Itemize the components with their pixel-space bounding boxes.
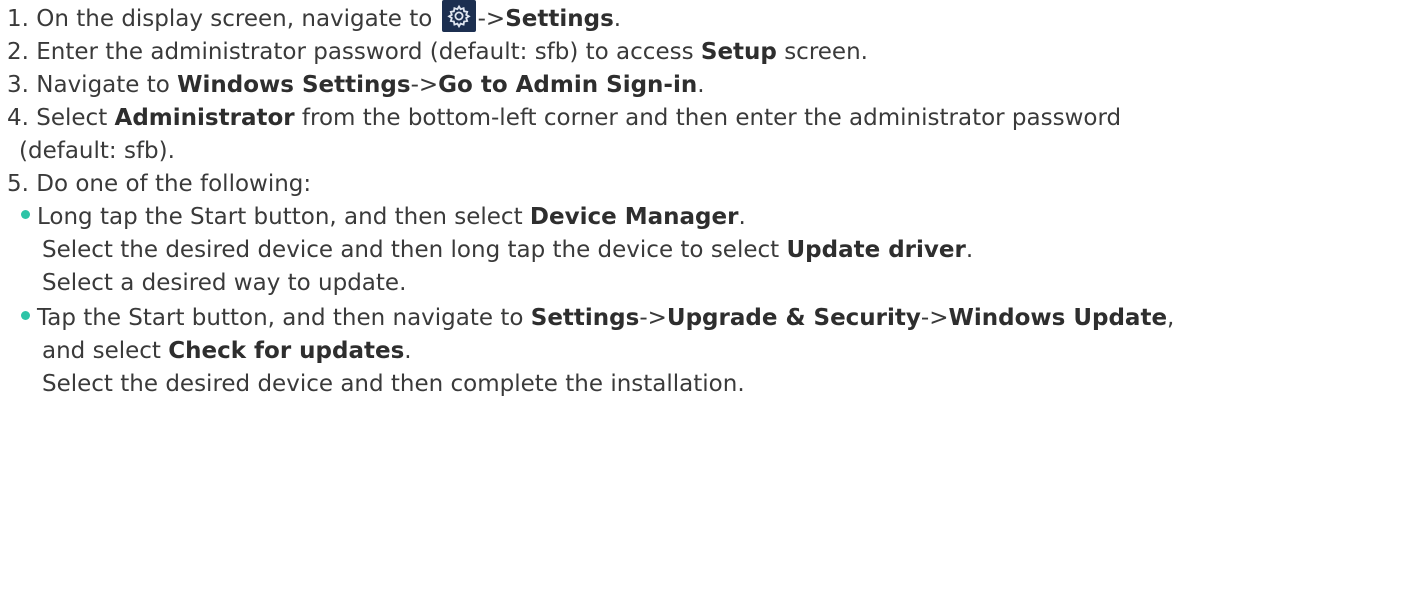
step-text: On the display screen, navigate to <box>36 6 433 32</box>
step-number: 1. <box>7 6 29 32</box>
step-text: Navigate to <box>36 72 170 98</box>
step-4-continuation: (default: sfb). <box>7 135 1424 168</box>
arrow-separator: -> <box>920 305 949 331</box>
bullet-icon <box>21 311 30 320</box>
option-1-line-2: Select the desired device and then long … <box>7 234 1424 267</box>
punctuation: . <box>613 6 622 32</box>
option-2-line-2: and select Check for updates. <box>7 335 1424 368</box>
gear-icon <box>441 0 476 32</box>
step-number: 3. <box>7 72 29 98</box>
update-driver-label: Update driver <box>786 237 966 263</box>
punctuation: . <box>738 204 746 230</box>
option-text: and select <box>42 338 161 364</box>
arrow-separator: -> <box>639 305 667 331</box>
option-2: Tap the Start button, and then navigate … <box>7 302 1424 335</box>
arrow-separator: -> <box>477 6 506 32</box>
punctuation: , <box>1167 305 1175 331</box>
step-number: 2. <box>7 39 29 65</box>
step-text: Enter the administrator password (defaul… <box>36 39 694 65</box>
bullet-icon <box>21 210 30 219</box>
settings-label: Settings <box>505 6 614 32</box>
option-text: Select the desired device and then compl… <box>42 371 745 397</box>
punctuation: . <box>697 72 705 98</box>
step-number: 5. <box>7 171 29 197</box>
check-for-updates-label: Check for updates <box>168 338 405 364</box>
setup-label: Setup <box>700 39 777 65</box>
administrator-label: Administrator <box>114 105 295 131</box>
step-1: 1. On the display screen, navigate to ->… <box>7 0 1424 36</box>
step-text: screen. <box>784 39 868 65</box>
windows-settings-label: Windows Settings <box>177 72 411 98</box>
step-text: from the bottom-left corner and then ent… <box>301 105 1122 131</box>
upgrade-security-label: Upgrade & Security <box>666 305 921 331</box>
option-text: Select a desired way to update. <box>42 270 407 296</box>
admin-sign-in-label: Go to Admin Sign-in <box>438 72 698 98</box>
settings-label: Settings <box>530 305 640 331</box>
step-3: 3. Navigate to Windows Settings->Go to A… <box>7 69 1424 102</box>
step-text: Select <box>36 105 108 131</box>
step-text: Do one of the following: <box>36 171 312 197</box>
option-2-line-3: Select the desired device and then compl… <box>7 368 1424 401</box>
step-5: 5. Do one of the following: <box>7 168 1424 201</box>
step-4: 4. Select Administrator from the bottom-… <box>7 102 1424 135</box>
option-1-line-3: Select a desired way to update. <box>7 267 1424 300</box>
option-text: Long tap the Start button, and then sele… <box>37 204 523 230</box>
option-1: Long tap the Start button, and then sele… <box>7 201 1424 234</box>
option-text: Tap the Start button, and then navigate … <box>37 305 524 331</box>
step-text: (default: sfb). <box>19 138 175 164</box>
step-number: 4. <box>7 105 29 131</box>
punctuation: . <box>965 237 974 263</box>
option-text: Select the desired device and then long … <box>42 237 780 263</box>
arrow-separator: -> <box>410 72 439 98</box>
step-2: 2. Enter the administrator password (def… <box>7 36 1424 69</box>
device-manager-label: Device Manager <box>529 204 739 230</box>
instruction-document: 1. On the display screen, navigate to ->… <box>0 0 1424 591</box>
punctuation: . <box>404 338 412 364</box>
windows-update-label: Windows Update <box>948 305 1168 331</box>
